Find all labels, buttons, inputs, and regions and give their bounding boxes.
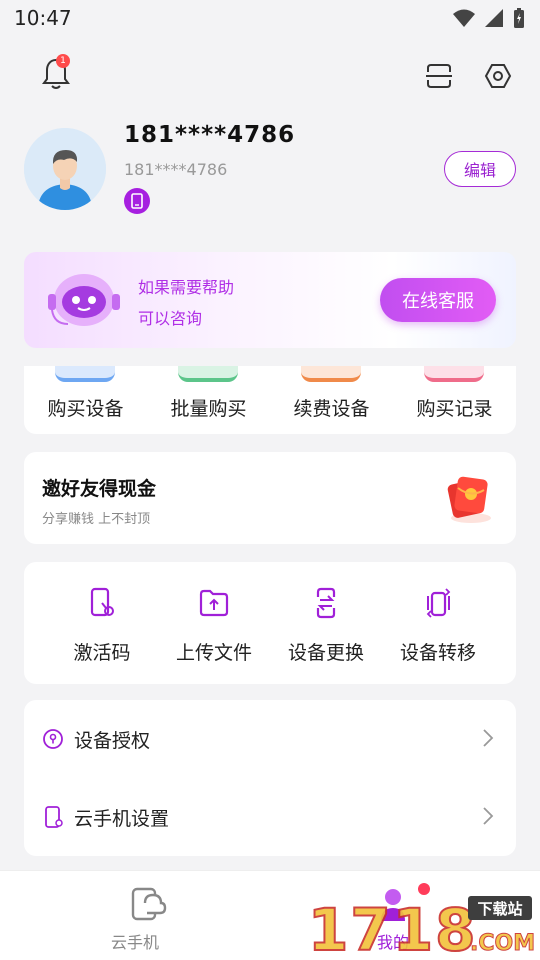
- tool-device-swap[interactable]: 设备更换: [270, 562, 382, 684]
- bulk-buy-icon: [178, 366, 238, 382]
- purchase-item-label: 购买记录: [416, 398, 493, 420]
- scan-icon: [426, 64, 452, 88]
- renew-device-icon: [301, 366, 361, 382]
- tab-cloud-phone[interactable]: 云手机: [10, 871, 280, 960]
- tool-device-transfer[interactable]: 设备转移: [382, 562, 494, 684]
- device-transfer-icon: [426, 588, 451, 618]
- status-time: 10:47: [14, 6, 72, 30]
- signal-icon: [485, 9, 503, 27]
- tablet-icon: [131, 193, 143, 209]
- activation-code-icon: [90, 587, 114, 617]
- tab-label: 云手机: [110, 933, 159, 952]
- invite-subtitle: 分享赚钱 上不封顶: [42, 512, 151, 527]
- status-bar: 10:47: [0, 0, 540, 36]
- lock-icon: [43, 729, 63, 749]
- support-card: 如果需要帮助 可以咨询 在线客服: [24, 252, 516, 348]
- list-item-label: 设备授权: [74, 729, 151, 752]
- user-account: 181****4786: [124, 160, 228, 179]
- list-item-cloud-phone-settings[interactable]: 云手机设置: [24, 778, 516, 856]
- profile-tab-icon: [381, 889, 405, 921]
- buy-device-icon: [55, 366, 115, 382]
- list-item-label: 云手机设置: [74, 807, 170, 830]
- tab-label: 我的: [376, 933, 409, 952]
- purchase-item-renew-device[interactable]: 续费设备: [270, 366, 393, 434]
- tools-card: 激活码 上传文件 设备更换 设备转移: [24, 562, 516, 684]
- battery-icon: [514, 8, 524, 28]
- device-tag: [124, 188, 150, 214]
- scan-button[interactable]: [419, 56, 459, 96]
- avatar[interactable]: [24, 128, 106, 210]
- purchase-item-label: 批量购买: [170, 398, 247, 420]
- purchase-history-icon: [424, 366, 484, 382]
- user-name: 181****4786: [124, 122, 296, 148]
- device-swap-icon: [316, 587, 336, 619]
- help-text-line1: 如果需要帮助: [138, 278, 235, 297]
- wifi-icon: [453, 9, 475, 27]
- purchase-item-label: 购买设备: [47, 398, 124, 420]
- tab-notification-dot: [418, 883, 430, 895]
- chevron-right-icon: [483, 729, 494, 747]
- tab-mine[interactable]: 我的: [258, 871, 528, 960]
- notification-button[interactable]: 1: [36, 54, 76, 94]
- gear-icon: [484, 64, 512, 88]
- tool-label: 设备转移: [399, 642, 476, 664]
- chevron-right-icon: [483, 807, 494, 825]
- notification-badge: 1: [56, 54, 70, 68]
- settings-button[interactable]: [478, 56, 518, 96]
- profile-section: 181****4786 181****4786 编辑: [24, 122, 516, 218]
- purchase-item-purchase-history[interactable]: 购买记录: [393, 366, 516, 434]
- purchase-item-label: 续费设备: [293, 398, 370, 420]
- edit-button[interactable]: 编辑: [444, 151, 516, 187]
- invite-card[interactable]: 邀好友得现金 分享赚钱 上不封顶: [24, 452, 516, 544]
- help-text-line2: 可以咨询: [138, 309, 203, 328]
- tool-upload-file[interactable]: 上传文件: [158, 562, 270, 684]
- phone-settings-icon: [45, 806, 63, 828]
- tool-activation-code[interactable]: 激活码: [46, 562, 158, 684]
- settings-list-card: 设备授权 云手机设置: [24, 700, 516, 856]
- cloud-phone-icon: [131, 887, 167, 921]
- red-envelope-icon: [447, 476, 491, 523]
- status-icons: [452, 7, 526, 29]
- online-service-button[interactable]: 在线客服: [380, 278, 496, 322]
- top-actions: 1: [0, 54, 540, 100]
- bottom-tab-bar: 云手机 我的: [0, 870, 540, 960]
- user-avatar-icon: [24, 128, 106, 210]
- invite-title: 邀好友得现金: [42, 478, 157, 500]
- purchase-item-bulk-buy[interactable]: 批量购买: [147, 366, 270, 434]
- robot-icon: [48, 274, 120, 326]
- upload-file-icon: [199, 589, 229, 617]
- list-item-device-authorization[interactable]: 设备授权: [24, 700, 516, 778]
- purchase-card: 购买设备 批量购买 续费设备 购买记录: [24, 366, 516, 434]
- purchase-item-buy-device[interactable]: 购买设备: [24, 366, 147, 434]
